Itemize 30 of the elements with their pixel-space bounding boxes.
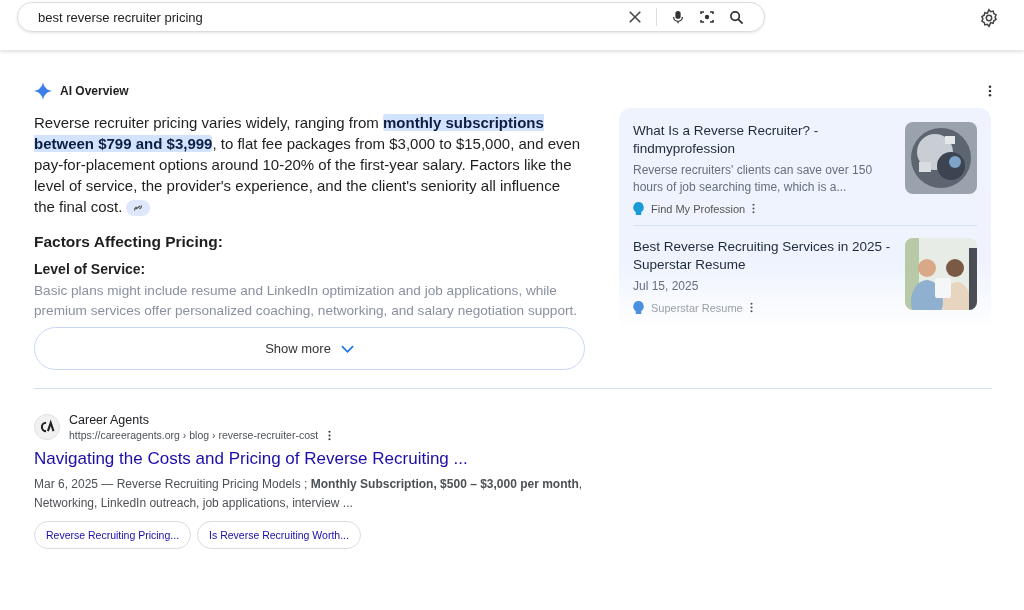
source-snippet: Jul 15, 2025 bbox=[633, 278, 700, 295]
section-heading: Factors Affecting Pricing: bbox=[34, 233, 224, 251]
subsection-heading: Level of Service: bbox=[34, 261, 147, 277]
search-icon[interactable] bbox=[729, 9, 744, 25]
settings-icon[interactable] bbox=[979, 8, 999, 28]
source-title[interactable]: What Is a Reverse Recruiter? - findmyprofession bbox=[633, 122, 893, 158]
site-url: https://careeragents.org › blog › reverse-recruiter-cost bbox=[69, 429, 319, 441]
site-logo-icon bbox=[34, 414, 60, 440]
microphone-icon[interactable] bbox=[671, 9, 685, 25]
result-snippet: Mar 6, 2025 — Reverse Recruiting Pricing Models ; Monthly Subscription, $500 – $3,000 per month, Networking, LinkedIn outreach, job applications, interview ... bbox=[34, 476, 584, 512]
result-title-link[interactable]: Navigating the Costs and Pricing of Reverse Recruiting ... bbox=[34, 449, 468, 469]
more-options-icon[interactable] bbox=[328, 429, 332, 441]
ai-overview-title: AI Overview bbox=[60, 84, 129, 98]
sparkle-icon bbox=[34, 82, 52, 100]
overview-summary: Reverse recruiter pricing varies widely, ranging from monthly subscriptions between $799 and $3,999, to flat fee packages from $3,000 to $15,000, and even pay-for-placement options around 10-20% of the first-year salary. Factors like the level of service, the provider's experience, and the client's seniority all influence the final cost. bbox=[34, 113, 582, 217]
link-icon[interactable] bbox=[126, 200, 151, 217]
source-site-name: Find My Profession bbox=[651, 202, 746, 215]
more-options-icon[interactable] bbox=[988, 85, 992, 97]
camera-icon[interactable] bbox=[699, 9, 715, 25]
source-title[interactable]: Best Reverse Recruiting Services in 2025 - Superstar Resume bbox=[633, 238, 893, 274]
show-more-button[interactable]: Show more bbox=[34, 327, 585, 370]
source-site-name: Superstar Resume bbox=[651, 301, 743, 314]
chevron-down-icon bbox=[340, 344, 354, 353]
more-options-icon[interactable] bbox=[749, 302, 753, 313]
more-options-icon[interactable] bbox=[752, 203, 756, 214]
faded-paragraph: Basic plans might include resume and LinkedIn optimization and job applications, while premium services offer personalized coaching, networking, and salary negotiation support. bbox=[34, 282, 579, 320]
site-name: Career Agents bbox=[69, 413, 150, 427]
search-field[interactable]: best reverse recruiter pricing bbox=[36, 8, 614, 26]
clear-icon[interactable] bbox=[628, 10, 642, 24]
source-snippet: Reverse recruiters' clients can save over 150 hours of job searching time, which is a... bbox=[633, 162, 874, 196]
